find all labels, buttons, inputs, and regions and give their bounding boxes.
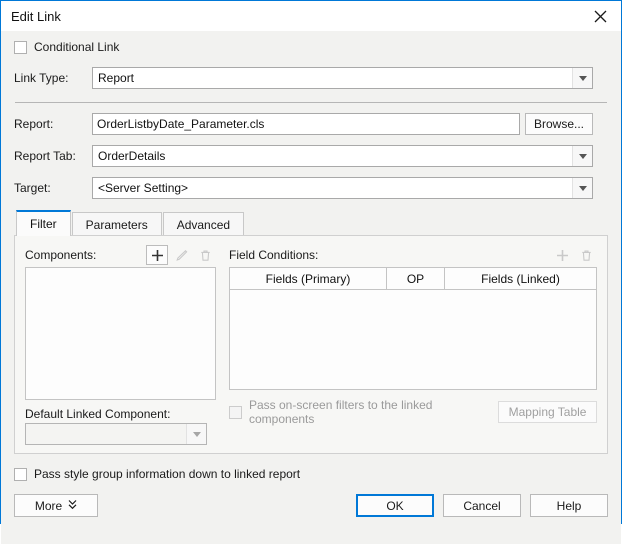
delete-trash-icon (194, 245, 216, 265)
edit-link-dialog: Edit Link Conditional Link Link Type: Re… (0, 0, 622, 544)
default-linked-component-label: Default Linked Component: (25, 407, 171, 421)
dialog-footer: More OK Cancel Help (1, 488, 621, 544)
cancel-button[interactable]: Cancel (443, 494, 521, 517)
chevron-double-down-icon (68, 499, 77, 512)
conditional-link-checkbox[interactable] (14, 40, 27, 54)
grid-header-row: Fields (Primary) OP Fields (Linked) (230, 268, 596, 290)
chevron-down-icon[interactable] (572, 68, 592, 88)
components-header: Components: (25, 244, 216, 266)
column-header-fields-linked[interactable]: Fields (Linked) (445, 268, 596, 289)
components-section: Components: Default Linked Component: (25, 244, 216, 453)
add-icon[interactable] (146, 245, 168, 265)
footer-buttons: More OK Cancel Help (14, 494, 608, 517)
pass-onscreen-filters-label: Pass on-screen filters to the linked com… (249, 398, 433, 426)
pass-style-group-row: Pass style group information down to lin… (14, 460, 608, 488)
field-conditions-header: Field Conditions: (229, 244, 597, 266)
pass-style-group-label: Pass style group information down to lin… (34, 467, 301, 481)
target-row: Target: <Server Setting> (14, 173, 608, 203)
browse-button[interactable]: Browse... (525, 113, 593, 135)
report-tab-value: OrderDetails (98, 149, 166, 163)
delete-trash-icon (575, 245, 597, 265)
default-linked-component-combobox[interactable] (25, 423, 207, 445)
link-type-label: Link Type: (14, 71, 69, 85)
help-button[interactable]: Help (530, 494, 608, 517)
conditional-link-label: Conditional Link (34, 40, 120, 54)
tab-filter[interactable]: Filter (16, 210, 71, 236)
field-conditions-grid: Fields (Primary) OP Fields (Linked) (229, 267, 597, 390)
components-label: Components: (25, 248, 97, 262)
column-header-fields-primary[interactable]: Fields (Primary) (230, 268, 387, 289)
target-label: Target: (14, 181, 51, 195)
pass-onscreen-filters-checkbox[interactable] (229, 405, 242, 419)
target-value: <Server Setting> (98, 181, 189, 195)
report-input[interactable] (92, 113, 520, 135)
report-label: Report: (14, 117, 54, 131)
dialog-title: Edit Link (11, 8, 61, 24)
column-header-op[interactable]: OP (387, 268, 445, 289)
grid-body[interactable] (230, 290, 596, 389)
add-icon (551, 245, 573, 265)
edit-pencil-icon (170, 245, 192, 265)
components-listbox[interactable] (25, 267, 216, 400)
mapping-table-button[interactable]: Mapping Table (498, 401, 597, 423)
report-tab-combobox[interactable]: OrderDetails (92, 145, 593, 167)
report-tab-label: Report Tab: (14, 149, 76, 163)
link-type-value: Report (98, 71, 135, 85)
more-button[interactable]: More (14, 494, 98, 517)
report-row: Report: Browse... (14, 109, 608, 139)
pass-filters-row: Pass on-screen filters to the linked com… (229, 398, 597, 426)
link-type-row: Link Type: Report (14, 63, 608, 93)
title-bar: Edit Link (1, 1, 621, 31)
field-conditions-toolbar (551, 245, 597, 265)
chevron-down-icon[interactable] (186, 424, 206, 444)
dialog-body: Conditional Link Link Type: Report Repor… (1, 31, 621, 488)
report-tab-row: Report Tab: OrderDetails (14, 141, 608, 171)
link-type-combobox[interactable]: Report (92, 67, 593, 89)
filter-tab-panel: Components: Default Linked Component: Fi… (14, 235, 608, 454)
tab-strip: Filter Parameters Advanced (14, 210, 608, 236)
chevron-down-icon[interactable] (572, 146, 592, 166)
field-conditions-section: Field Conditions: Fields (Primary) OP Fi… (229, 244, 597, 453)
ok-button[interactable]: OK (356, 494, 434, 517)
target-combobox[interactable]: <Server Setting> (92, 177, 593, 199)
close-icon[interactable] (579, 1, 621, 31)
chevron-down-icon[interactable] (572, 178, 592, 198)
tab-parameters[interactable]: Parameters (71, 212, 162, 236)
conditional-link-row: Conditional Link (14, 33, 608, 61)
components-toolbar (146, 245, 216, 265)
section-divider (15, 102, 607, 103)
field-conditions-label: Field Conditions: (229, 248, 319, 262)
pass-style-group-checkbox[interactable] (14, 467, 27, 481)
more-button-label: More (34, 498, 63, 513)
tab-advanced[interactable]: Advanced (162, 212, 245, 236)
